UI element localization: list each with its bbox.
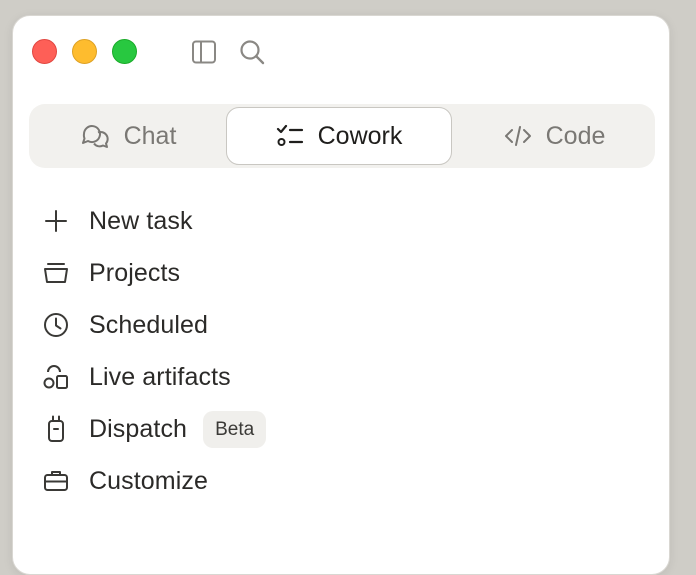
clock-icon	[44, 313, 68, 337]
plus-icon	[45, 210, 67, 232]
shapes-icon	[43, 365, 68, 389]
beta-badge: Beta	[203, 410, 267, 448]
nav-item-label: New task	[89, 206, 193, 235]
device-icon	[48, 415, 64, 442]
nav-item-label: Customize	[89, 466, 208, 495]
nav-item-live-artifacts[interactable]: Live artifacts	[41, 355, 231, 399]
tab-code-label: Code	[545, 121, 606, 150]
nav-item-label: Scheduled	[89, 310, 209, 339]
code-brackets-icon	[504, 126, 531, 146]
chat-bubbles-icon	[81, 125, 109, 148]
nav-item-label: Live artifacts	[89, 362, 231, 391]
nav-item-projects[interactable]: Projects	[41, 251, 180, 295]
app-window: Chat Cowork Code New task Projects Sched…	[12, 15, 670, 575]
tab-code[interactable]: Code	[454, 104, 655, 168]
sidebar-icon	[192, 40, 216, 64]
search-button[interactable]	[238, 38, 266, 66]
tab-cowork-label: Cowork	[317, 121, 403, 150]
mode-switcher: Chat Cowork Code	[29, 104, 655, 168]
close-window-button[interactable]	[32, 39, 57, 64]
nav-item-label: Projects	[89, 258, 181, 287]
tab-cowork[interactable]: Cowork	[226, 107, 452, 165]
tab-chat[interactable]: Chat	[29, 104, 227, 168]
nav-item-dispatch[interactable]: Dispatch Beta	[41, 407, 267, 451]
nav-item-new-task[interactable]: New task	[41, 199, 193, 243]
nav-item-scheduled[interactable]: Scheduled	[41, 303, 208, 347]
zoom-window-button[interactable]	[112, 39, 137, 64]
search-icon	[240, 40, 265, 65]
sidebar-toggle-button[interactable]	[190, 38, 218, 66]
briefcase-icon	[44, 471, 68, 491]
folder-tray-icon	[44, 263, 68, 283]
nav-item-customize[interactable]: Customize	[41, 459, 208, 503]
checklist-icon	[276, 124, 303, 146]
minimize-window-button[interactable]	[72, 39, 97, 64]
nav-item-label: Dispatch	[89, 414, 188, 443]
tab-chat-label: Chat	[123, 121, 177, 150]
